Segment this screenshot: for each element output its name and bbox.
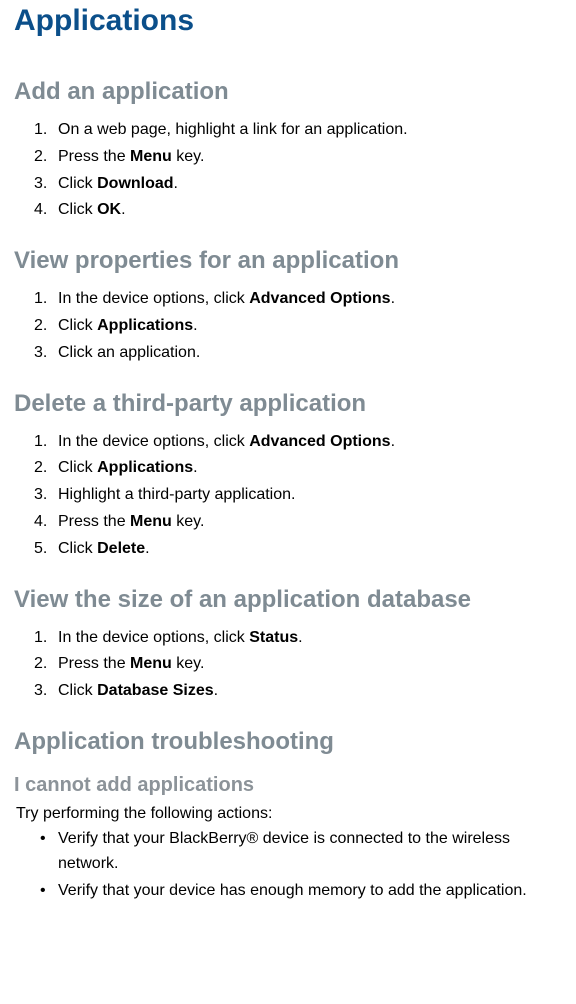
step-item: Click Applications. — [58, 314, 562, 339]
section-heading: Delete a third-party application — [14, 390, 562, 418]
step-item: Click Delete. — [58, 537, 562, 562]
step-list: In the device options, click Advanced Op… — [14, 287, 562, 365]
step-item: In the device options, click Status. — [58, 626, 562, 651]
step-item: Click Download. — [58, 172, 562, 197]
sections-container: Add an application On a web page, highlig… — [14, 78, 562, 704]
step-item: Press the Menu key. — [58, 145, 562, 170]
step-item: Press the Menu key. — [58, 510, 562, 535]
step-list: In the device options, click Status.Pres… — [14, 626, 562, 704]
step-list: On a web page, highlight a link for an a… — [14, 118, 562, 223]
step-item: Click an application. — [58, 341, 562, 366]
section-heading: View the size of an application database — [14, 586, 562, 614]
step-item: Click Database Sizes. — [58, 679, 562, 704]
section-heading: View properties for an application — [14, 247, 562, 275]
troubleshooting-bullet: Verify that your device has enough memor… — [58, 879, 562, 904]
step-item: Click OK. — [58, 198, 562, 223]
step-item: Highlight a third-party application. — [58, 483, 562, 508]
section-heading: Add an application — [14, 78, 562, 106]
step-item: In the device options, click Advanced Op… — [58, 430, 562, 455]
step-list: In the device options, click Advanced Op… — [14, 430, 562, 562]
page-title: Applications — [14, 0, 562, 38]
step-item: Press the Menu key. — [58, 652, 562, 677]
troubleshooting-subheading: I cannot add applications — [14, 774, 562, 797]
troubleshooting-heading: Application troubleshooting — [14, 728, 562, 756]
troubleshooting-intro: Try performing the following actions: — [16, 805, 562, 823]
step-item: On a web page, highlight a link for an a… — [58, 118, 562, 143]
step-item: Click Applications. — [58, 456, 562, 481]
troubleshooting-bullet: Verify that your BlackBerry® device is c… — [58, 827, 562, 877]
troubleshooting-bullets: Verify that your BlackBerry® device is c… — [14, 827, 562, 903]
document-page: Applications Add an application On a web … — [0, 0, 576, 925]
step-item: In the device options, click Advanced Op… — [58, 287, 562, 312]
